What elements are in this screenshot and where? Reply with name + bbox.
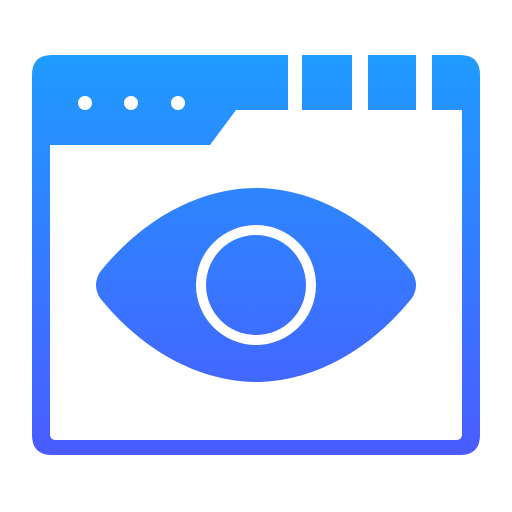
pupil-icon xyxy=(206,235,306,335)
tab-block-1 xyxy=(302,55,352,110)
browser-eye-icon xyxy=(32,55,480,455)
window-dot-2 xyxy=(124,96,138,110)
window-dot-3 xyxy=(171,96,185,110)
tab-block-2 xyxy=(368,55,416,110)
window-dot-1 xyxy=(78,96,92,110)
icon-canvas xyxy=(0,0,512,512)
